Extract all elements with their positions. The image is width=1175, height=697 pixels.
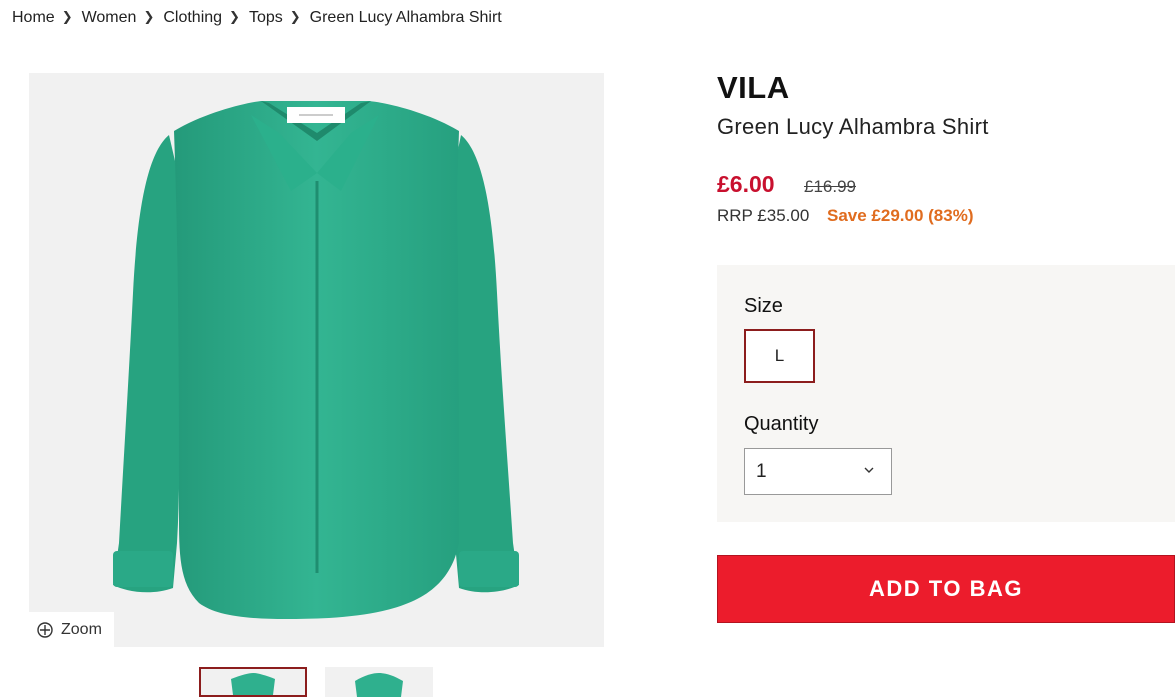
- price-was: £16.99: [804, 177, 856, 196]
- chevron-right-icon: ❯: [229, 9, 240, 24]
- quantity-select[interactable]: 1: [744, 448, 892, 495]
- price-current: £6.00: [717, 171, 775, 197]
- quantity-label: Quantity: [744, 413, 819, 435]
- product-thumbnail-1[interactable]: [199, 667, 307, 697]
- quantity-value: 1: [756, 460, 767, 482]
- zoom-label: Zoom: [61, 620, 102, 638]
- thumbnail-shirt-image: [231, 673, 275, 695]
- shirt-illustration: [113, 101, 519, 620]
- size-option-l[interactable]: L: [744, 329, 815, 383]
- breadcrumb-link-home[interactable]: Home: [12, 9, 55, 27]
- chevron-right-icon: ❯: [61, 9, 73, 24]
- product-main-image[interactable]: [29, 73, 604, 647]
- size-option-label: L: [774, 346, 785, 365]
- product-title: Green Lucy Alhambra Shirt: [717, 114, 989, 139]
- breadcrumb-item-home[interactable]: Home ❯: [12, 9, 82, 27]
- chevron-right-icon: ❯: [143, 9, 155, 24]
- add-to-bag-button[interactable]: ADD TO BAG: [717, 555, 1175, 623]
- breadcrumb-item-clothing[interactable]: Clothing ❯: [163, 9, 249, 27]
- product-thumbnail-2[interactable]: [325, 667, 433, 697]
- breadcrumb-item-tops[interactable]: Tops ❯: [249, 9, 310, 27]
- price-rrp: RRP £35.00: [717, 206, 810, 225]
- zoom-button[interactable]: Zoom: [29, 612, 114, 647]
- breadcrumb: Home ❯ Women ❯ Clothing ❯ Tops ❯ Green L…: [12, 9, 502, 27]
- chevron-down-icon: [864, 467, 874, 473]
- product-brand[interactable]: VILA: [717, 70, 790, 106]
- breadcrumb-link-women[interactable]: Women: [82, 9, 137, 27]
- thumbnail-shirt-back-image: [355, 673, 403, 697]
- chevron-right-icon: ❯: [289, 9, 301, 24]
- size-label: Size: [744, 295, 783, 317]
- zoom-crosshair-icon: [37, 621, 53, 638]
- savings-badge: Save £29.00 (83%): [827, 206, 974, 225]
- breadcrumb-item-women[interactable]: Women ❯: [82, 9, 164, 27]
- breadcrumb-link-clothing[interactable]: Clothing: [163, 9, 222, 27]
- breadcrumb-link-tops[interactable]: Tops: [249, 9, 283, 27]
- breadcrumb-current: Green Lucy Alhambra Shirt: [309, 9, 502, 26]
